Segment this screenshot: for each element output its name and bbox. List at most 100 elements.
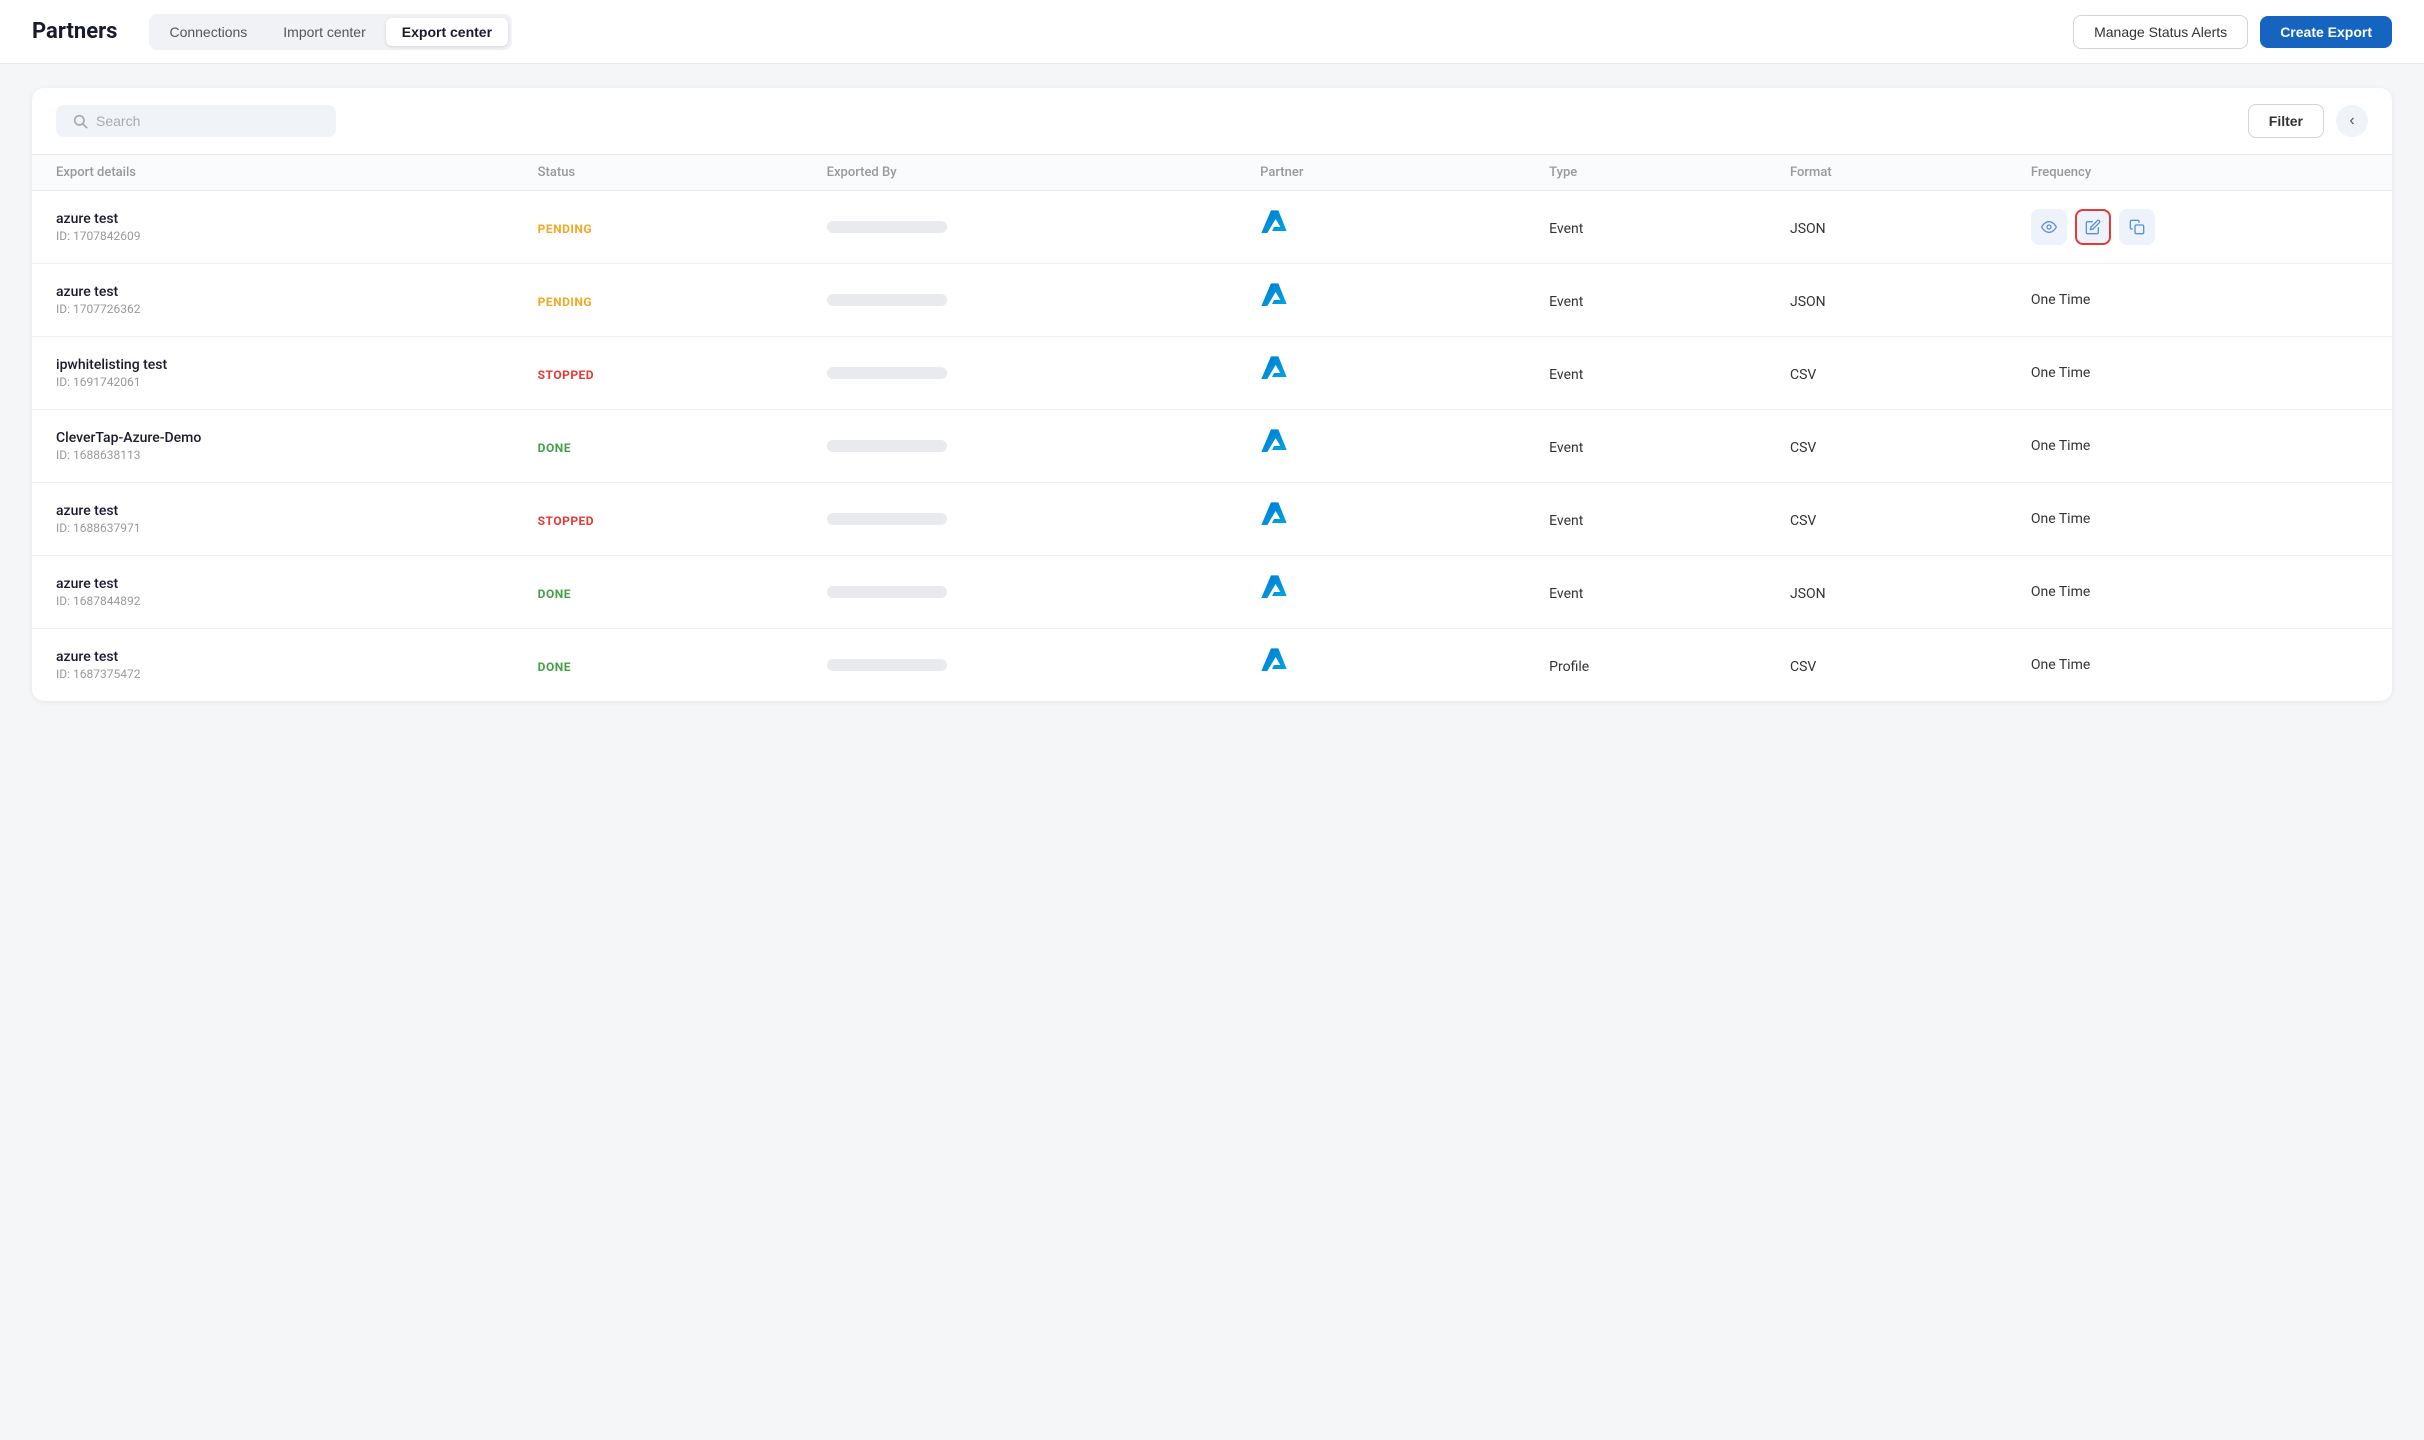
exported-by-cell <box>827 221 1261 233</box>
format-value: CSV <box>1790 513 1816 529</box>
export-id: ID: 1688637971 <box>56 521 538 535</box>
col-exported-by: Exported By <box>827 165 1261 180</box>
header: Partners Connections Import center Expor… <box>0 0 2424 64</box>
table-header: Export details Status Exported By Partne… <box>32 155 2392 191</box>
export-details-cell: ipwhitelisting test ID: 1691742061 <box>56 357 538 389</box>
export-id: ID: 1688638113 <box>56 448 538 462</box>
type-cell: Event <box>1549 291 1790 310</box>
azure-logo-icon <box>1260 209 1292 241</box>
type-cell: Event <box>1549 437 1790 456</box>
table-body: azure test ID: 1707842609 PENDING Event J… <box>32 191 2392 701</box>
export-id: ID: 1707726362 <box>56 302 538 316</box>
format-value: CSV <box>1790 659 1816 675</box>
frequency-value: One Time <box>2031 657 2090 673</box>
header-actions: Manage Status Alerts Create Export <box>2073 15 2392 49</box>
format-value: CSV <box>1790 367 1816 383</box>
frequency-cell <box>2031 209 2368 245</box>
status-cell: PENDING <box>538 218 827 237</box>
export-id: ID: 1687375472 <box>56 667 538 681</box>
manage-status-alerts-button[interactable]: Manage Status Alerts <box>2073 15 2248 49</box>
azure-logo-icon <box>1260 282 1292 314</box>
exported-by-placeholder <box>827 294 947 306</box>
edit-icon <box>2085 219 2101 235</box>
tab-connections[interactable]: Connections <box>153 18 263 46</box>
page-title: Partners <box>32 19 117 44</box>
table-row: ipwhitelisting test ID: 1691742061 STOPP… <box>32 337 2392 410</box>
exported-by-cell <box>827 294 1261 306</box>
create-export-button[interactable]: Create Export <box>2260 16 2392 48</box>
tab-export-center[interactable]: Export center <box>386 18 508 46</box>
exported-by-cell <box>827 659 1261 671</box>
type-value: Event <box>1549 221 1583 237</box>
eye-icon <box>2041 219 2057 235</box>
exported-by-cell <box>827 513 1261 525</box>
frequency-value: One Time <box>2031 438 2090 454</box>
format-cell: JSON <box>1790 583 2031 602</box>
export-details-cell: azure test ID: 1707726362 <box>56 284 538 316</box>
partner-cell <box>1260 428 1549 464</box>
frequency-value: One Time <box>2031 584 2090 600</box>
search-input[interactable] <box>96 113 320 129</box>
format-cell: JSON <box>1790 218 2031 237</box>
copy-icon <box>2129 219 2145 235</box>
exported-by-cell <box>827 586 1261 598</box>
search-bar-row: Filter ‹ <box>32 88 2392 155</box>
export-details-cell: azure test ID: 1707842609 <box>56 211 538 243</box>
type-value: Event <box>1549 586 1583 602</box>
table-row: azure test ID: 1688637971 STOPPED EventC… <box>32 483 2392 556</box>
export-details-cell: CleverTap-Azure-Demo ID: 1688638113 <box>56 430 538 462</box>
tab-import-center[interactable]: Import center <box>267 18 381 46</box>
export-name: azure test <box>56 649 538 665</box>
partner-cell <box>1260 355 1549 391</box>
exported-by-placeholder <box>827 659 947 671</box>
frequency-value: One Time <box>2031 511 2090 527</box>
view-button[interactable] <box>2031 209 2067 245</box>
export-name: CleverTap-Azure-Demo <box>56 430 538 446</box>
filter-button[interactable]: Filter <box>2248 104 2324 138</box>
type-value: Event <box>1549 513 1583 529</box>
export-name: azure test <box>56 211 538 227</box>
col-status: Status <box>538 165 827 180</box>
status-badge: DONE <box>538 441 571 455</box>
chevron-left-icon: ‹ <box>2349 112 2354 130</box>
type-value: Event <box>1549 294 1583 310</box>
type-cell: Profile <box>1549 656 1790 675</box>
export-name: azure test <box>56 284 538 300</box>
collapse-button[interactable]: ‹ <box>2336 105 2368 137</box>
type-value: Event <box>1549 367 1583 383</box>
table-row: azure test ID: 1707726362 PENDING Event J… <box>32 264 2392 337</box>
col-export-details: Export details <box>56 165 538 180</box>
copy-button[interactable] <box>2119 209 2155 245</box>
exported-by-placeholder <box>827 367 947 379</box>
col-format: Format <box>1790 165 2031 180</box>
table-row: CleverTap-Azure-Demo ID: 1688638113 DONE… <box>32 410 2392 483</box>
azure-logo-icon <box>1260 574 1292 606</box>
search-icon <box>72 113 88 129</box>
status-cell: DONE <box>538 656 827 675</box>
status-badge: STOPPED <box>538 514 594 528</box>
frequency-cell: One Time <box>2031 365 2368 381</box>
frequency-cell: One Time <box>2031 438 2368 454</box>
search-wrapper <box>56 105 336 137</box>
table-row: azure test ID: 1687844892 DONE EventJSON… <box>32 556 2392 629</box>
frequency-cell: One Time <box>2031 292 2368 308</box>
status-badge: STOPPED <box>538 368 594 382</box>
frequency-value: One Time <box>2031 365 2090 381</box>
type-value: Profile <box>1549 659 1589 675</box>
table-row: azure test ID: 1707842609 PENDING Event J… <box>32 191 2392 264</box>
frequency-value: One Time <box>2031 292 2090 308</box>
status-badge: PENDING <box>538 295 592 309</box>
status-badge: DONE <box>538 660 571 674</box>
edit-button[interactable] <box>2075 209 2111 245</box>
frequency-cell: One Time <box>2031 511 2368 527</box>
format-value: JSON <box>1790 221 1826 237</box>
exported-by-placeholder <box>827 440 947 452</box>
format-value: JSON <box>1790 586 1826 602</box>
exported-by-placeholder <box>827 586 947 598</box>
format-cell: JSON <box>1790 291 2031 310</box>
partner-cell <box>1260 282 1549 318</box>
partner-cell <box>1260 574 1549 610</box>
azure-logo-icon <box>1260 501 1292 533</box>
format-cell: CSV <box>1790 510 2031 529</box>
partner-cell <box>1260 501 1549 537</box>
